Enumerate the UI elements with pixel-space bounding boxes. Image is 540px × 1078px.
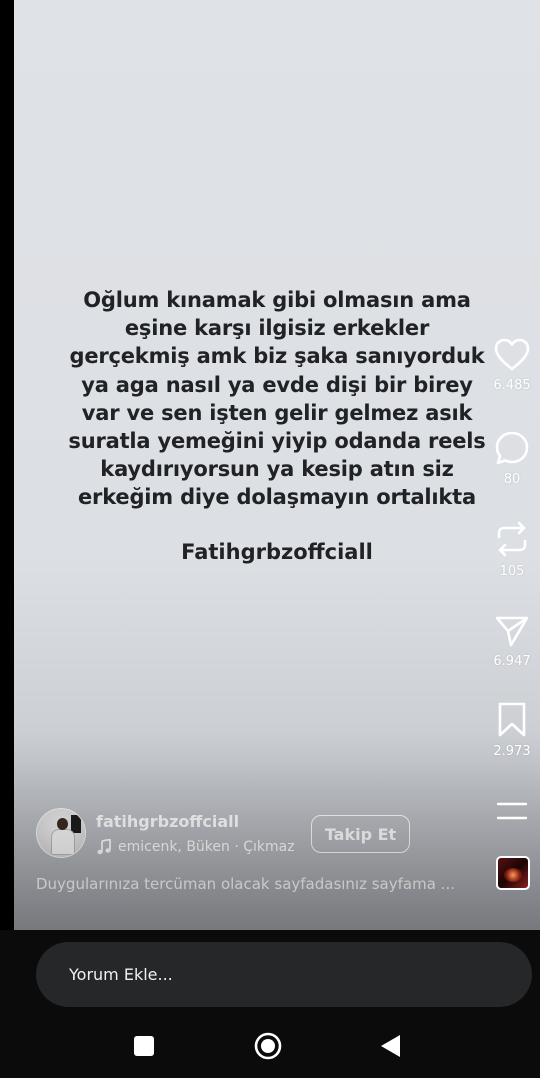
comment-action[interactable]: 80 (484, 430, 540, 487)
nav-home-button[interactable] (238, 1018, 298, 1074)
comment-input[interactable]: Yorum Ekle... (36, 942, 532, 1007)
music-row[interactable]: emicenk, Büken · Çıkmaz E (96, 837, 296, 857)
post-line: kaydırıyorsun ya kesip atın siz (100, 457, 454, 482)
post-line: erkeğim diye dolaşmayın ortalıkta (78, 485, 476, 510)
post-signature: Fatihgrbzoffciall (181, 540, 373, 564)
more-action[interactable] (484, 800, 540, 826)
like-action[interactable]: 6.485 (484, 338, 540, 393)
comment-count: 80 (503, 472, 521, 487)
audio-thumbnail[interactable] (496, 856, 530, 890)
post-line: ya aga nasıl ya evde dişi bir birey (81, 372, 473, 397)
repost-action[interactable]: 105 (484, 520, 540, 579)
reel-video[interactable]: Oğlum kınamak gibi olmasın ama eşine kar… (14, 0, 540, 930)
post-line: suratla yemeğini yiyip odanda reels (68, 429, 486, 454)
post-line: gerçekmiş amk biz şaka sanıyorduk (69, 344, 485, 369)
post-line: eşine karşı ilgisiz erkekler (124, 316, 430, 341)
repost-icon[interactable] (494, 520, 530, 558)
like-count: 6.485 (493, 378, 531, 393)
heart-icon[interactable] (494, 338, 530, 372)
post-text: Oğlum kınamak gibi olmasın ama eşine kar… (14, 286, 540, 512)
repost-count: 105 (499, 564, 525, 579)
back-triangle-icon (381, 1035, 400, 1057)
share-count: 6.947 (493, 654, 531, 669)
follow-button[interactable]: Takip Et (311, 815, 410, 853)
comment-bubble-icon[interactable] (494, 430, 530, 466)
nav-recents-button[interactable] (114, 1018, 174, 1074)
system-nav-bar (0, 1018, 540, 1074)
send-icon[interactable] (494, 614, 530, 648)
nav-back-button[interactable] (361, 1018, 421, 1074)
music-note-icon (97, 839, 111, 855)
share-action[interactable]: 6.947 (484, 614, 540, 669)
post-line: Oğlum kınamak gibi olmasın ama (83, 288, 471, 312)
username[interactable]: fatihgrbzoffciall (96, 812, 239, 831)
left-edge-strip (0, 0, 14, 930)
music-title: emicenk, Büken · Çıkmaz E (118, 839, 296, 855)
caption[interactable]: Duygularınıza tercüman olacak sayfadasın… (36, 875, 486, 893)
save-action[interactable]: 2.973 (484, 702, 540, 759)
menu-icon[interactable] (484, 800, 540, 822)
comment-placeholder: Yorum Ekle... (69, 965, 173, 984)
recents-square-icon (134, 1036, 154, 1056)
post-line: var ve sen işten gelir gelmez asık (81, 400, 473, 425)
bookmark-icon[interactable] (496, 702, 528, 738)
avatar[interactable] (36, 808, 86, 858)
home-circle-icon (254, 1032, 282, 1060)
save-count: 2.973 (493, 744, 531, 759)
bottom-bar: Yorum Ekle... (0, 930, 540, 1078)
